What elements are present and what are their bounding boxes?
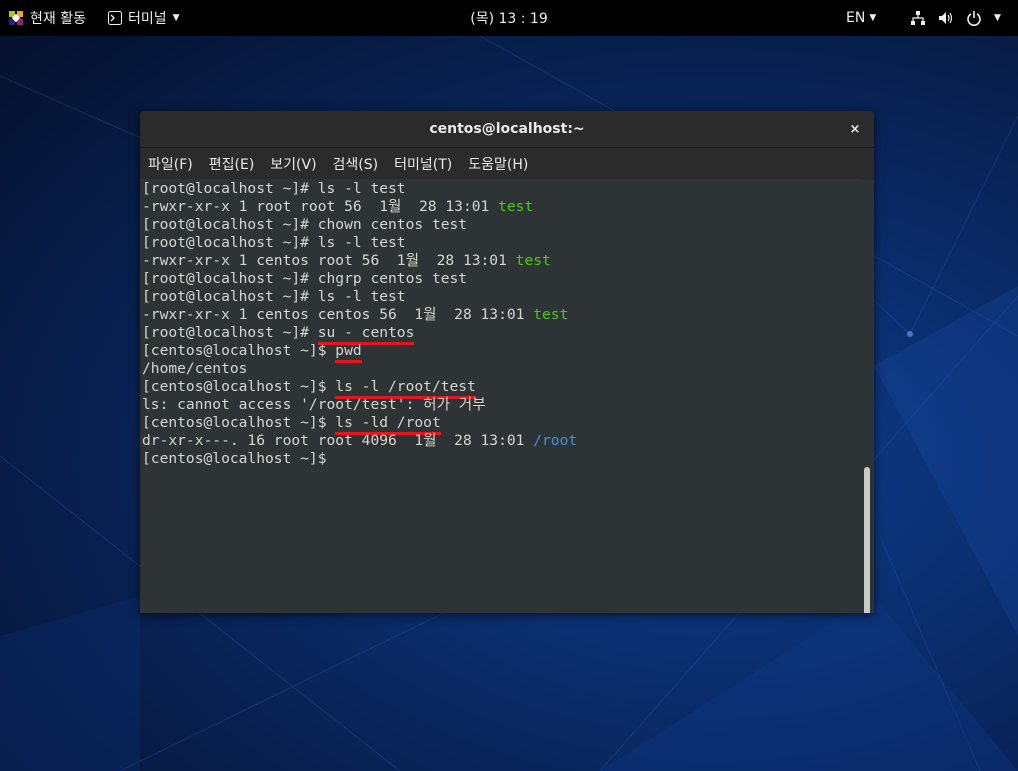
network-icon [911,11,925,25]
close-icon: × [849,121,861,137]
terminal-text: [root@localhost ~]# ls -l test [142,288,406,305]
app-menu-label: 터미널 [128,11,167,27]
terminal-line: -rwxr-xr-x 1 centos centos 56 1월 28 13:0… [142,306,860,324]
chevron-down-icon: ▼ [869,13,877,23]
menu-view[interactable]: 보기(V) [270,154,316,174]
menu-terminal[interactable]: 터미널(T) [394,154,452,174]
terminal-text: [root@localhost ~]# chgrp centos test [142,270,468,287]
terminal-line: /home/centos [142,360,860,378]
terminal-line: [centos@localhost ~]$ [142,450,860,468]
colored-filename: test [515,252,551,269]
terminal-text: [centos@localhost ~]$ [142,414,336,431]
menu-help[interactable]: 도움말(H) [468,154,528,174]
terminal-text: -rwxr-xr-x 1 centos centos 56 1월 28 13:0… [142,306,534,323]
terminal-line: [root@localhost ~]# ls -l test [142,288,860,306]
language-label: EN [846,10,866,26]
terminal-text: /home/centos [142,360,248,377]
power-icon [967,11,981,26]
centos-logo-icon [9,11,23,25]
terminal-line: dr-xr-x---. 16 root root 4096 1월 28 13:0… [142,432,860,450]
clock-label[interactable]: (목) 13 : 19 [470,8,548,28]
terminal-text: [centos@localhost ~]$ [142,378,336,395]
terminal-line: [root@localhost ~]# chgrp centos test [142,270,860,288]
terminal-line: [centos@localhost ~]$ ls -l /root/test [142,378,860,399]
top-bar: 현재 활동 터미널 ▼ (목) 13 : 19 EN ▼ ▼ [0,0,1018,36]
app-menu-terminal[interactable]: 터미널 ▼ [108,0,180,36]
terminal-line: [centos@localhost ~]$ ls -ld /root [142,414,860,435]
terminal-line: [root@localhost ~]# ls -l test [142,180,860,198]
chevron-down-icon: ▼ [994,13,1001,23]
terminal-text: -rwxr-xr-x 1 centos root 56 1월 28 13:01 [142,252,516,269]
chevron-down-icon: ▼ [172,13,180,23]
terminal-text: [root@localhost ~]# ls -l test [142,234,406,251]
terminal-text: ls: cannot access '/root/test': 허가 거부 [142,396,486,413]
menu-bar: 파일(F) 편집(E) 보기(V) 검색(S) 터미널(T) 도움말(H) [140,148,874,180]
window-titlebar[interactable]: centos@localhost:~ × [140,111,874,148]
close-button[interactable]: × [846,120,864,138]
terminal-icon [108,11,122,25]
terminal-text: dr-xr-x---. 16 root root 4096 1월 28 13:0… [142,432,534,449]
terminal-text: [root@localhost ~]# chown centos test [142,216,468,233]
terminal-line: [root@localhost ~]# su - centos [142,324,860,345]
scrollbar[interactable] [862,179,872,613]
input-language-menu[interactable]: EN ▼ [846,0,876,36]
activities-button[interactable]: 현재 활동 [8,0,86,36]
terminal-line: [root@localhost ~]# ls -l test [142,234,860,252]
terminal-text: [centos@localhost ~]$ [142,342,336,359]
menu-file[interactable]: 파일(F) [148,154,193,174]
terminal-line: [centos@localhost ~]$ pwd [142,342,860,363]
colored-filename: test [533,306,569,323]
terminal-text: [root@localhost ~]# ls -l test [142,180,406,197]
colored-filename: /root [533,432,578,449]
scrollbar-thumb[interactable] [864,467,870,613]
menu-edit[interactable]: 편집(E) [209,154,255,174]
window-title: centos@localhost:~ [429,121,585,137]
terminal-line: -rwxr-xr-x 1 centos root 56 1월 28 13:01 … [142,252,860,270]
terminal-text: -rwxr-xr-x 1 root root 56 1월 28 13:01 [142,198,499,215]
menu-search[interactable]: 검색(S) [333,154,379,174]
colored-filename: test [498,198,534,215]
terminal-line: [root@localhost ~]# chown centos test [142,216,860,234]
system-menu[interactable]: ▼ [910,0,1001,36]
volume-icon [939,12,953,24]
terminal-text: [centos@localhost ~]$ [142,450,336,467]
activities-label: 현재 활동 [30,11,86,27]
terminal-window: centos@localhost:~ × 파일(F) 편집(E) 보기(V) 검… [140,111,874,613]
terminal-line: ls: cannot access '/root/test': 허가 거부 [142,396,860,414]
terminal-output[interactable]: [root@localhost ~]# ls -l test -rwxr-xr-x… [140,179,860,613]
terminal-line: -rwxr-xr-x 1 root root 56 1월 28 13:01 te… [142,198,860,216]
terminal-text: [root@localhost ~]# [142,324,318,341]
highlighted-command: pwd [335,342,362,363]
